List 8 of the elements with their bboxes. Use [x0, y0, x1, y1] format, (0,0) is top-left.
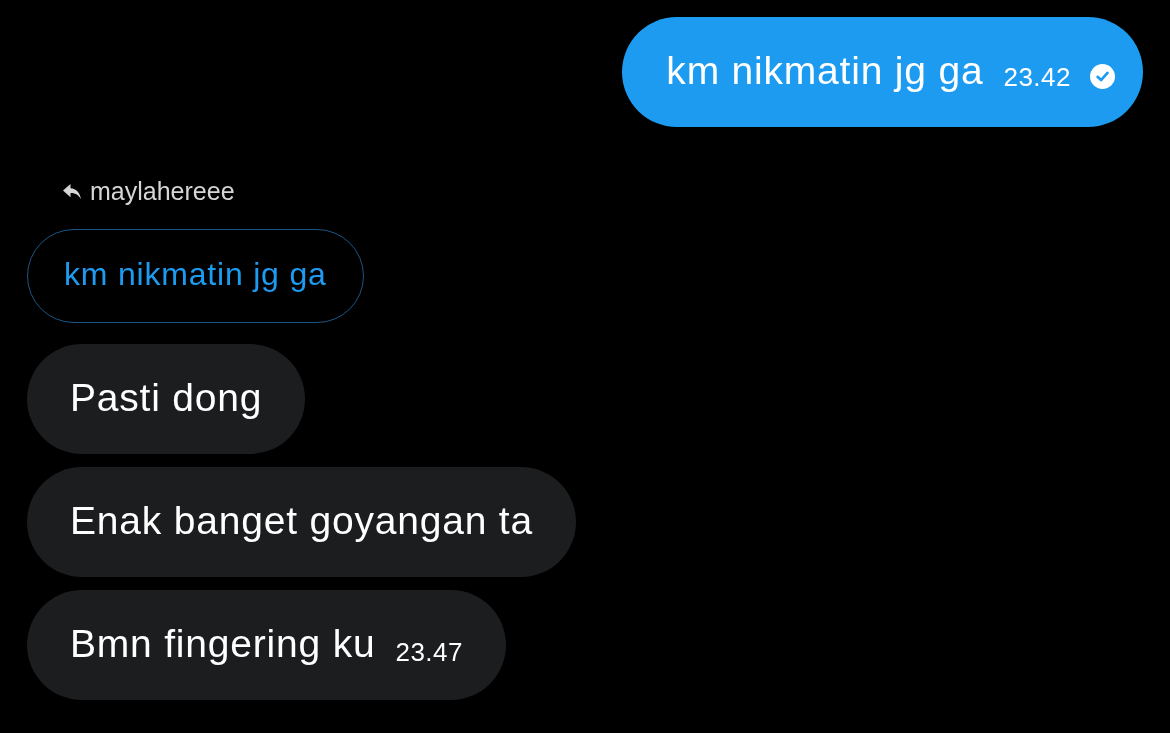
message-text: Pasti dong [70, 377, 263, 421]
message-text: km nikmatin jg ga [666, 50, 984, 94]
message-text: Bmn fingering ku [70, 623, 376, 667]
reply-arrow-icon [63, 183, 81, 199]
message-text: Enak banget goyangan ta [70, 500, 533, 544]
message-time: 23.42 [1003, 64, 1071, 90]
reply-author: maylahereee [90, 178, 235, 204]
message-time: 23.47 [395, 639, 464, 665]
